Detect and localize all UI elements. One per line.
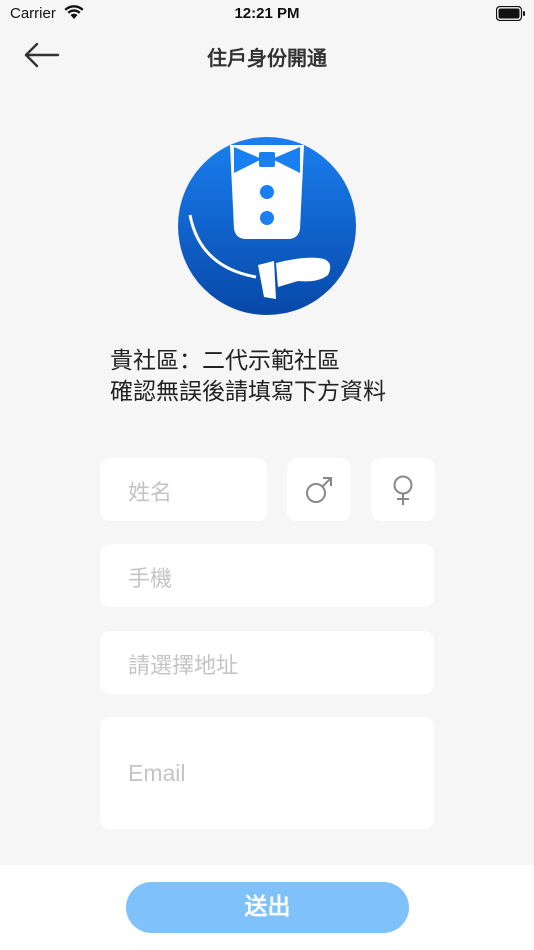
- address-field[interactable]: 請選擇地址: [100, 631, 434, 694]
- email-field[interactable]: Email: [100, 717, 434, 829]
- male-symbol-icon: [306, 476, 332, 503]
- female-button[interactable]: [371, 458, 435, 521]
- email-placeholder: Email: [128, 760, 186, 786]
- submit-button[interactable]: 送出: [126, 882, 409, 933]
- status-time: 12:21 PM: [234, 5, 300, 22]
- nav-bar: 住戶身份開通: [0, 28, 534, 80]
- community-info: 貴社區：二代示範社區 確認無誤後請填寫下方資料: [110, 346, 386, 408]
- butler-logo: [178, 137, 356, 315]
- bottom-bar: 送出: [0, 865, 534, 950]
- status-bar: Carrier 12:21 PM: [0, 0, 534, 28]
- butler-logo-icon: [178, 137, 356, 315]
- page-title: 住戶身份開通: [207, 46, 327, 70]
- female-symbol-icon: [393, 475, 413, 505]
- phone-field[interactable]: 手機: [100, 544, 434, 607]
- community-name: 貴社區：二代示範社區: [110, 348, 340, 374]
- phone-placeholder: 手機: [128, 567, 173, 592]
- name-placeholder: 姓名: [128, 481, 173, 506]
- address-placeholder: 請選擇地址: [128, 654, 239, 679]
- name-field[interactable]: 姓名: [100, 458, 267, 521]
- male-button[interactable]: [287, 458, 351, 521]
- confirm-instruction: 確認無誤後請填寫下方資料: [110, 379, 386, 405]
- battery-icon: [496, 6, 525, 21]
